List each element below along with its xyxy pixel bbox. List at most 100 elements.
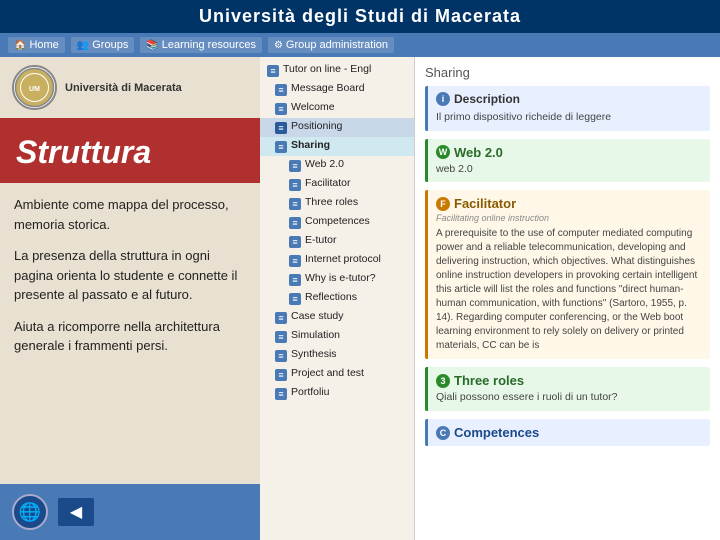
svg-text:≡: ≡ bbox=[278, 370, 283, 380]
tree-item-facilitator[interactable]: ≡ Facilitator bbox=[260, 175, 414, 194]
tree-bullet-icon: ≡ bbox=[274, 121, 288, 135]
university-logo: UM bbox=[12, 65, 57, 110]
tree-bullet-icon: ≡ bbox=[274, 311, 288, 325]
tree-bullet-icon: ≡ bbox=[274, 83, 288, 97]
web20-section: W Web 2.0 web 2.0 bbox=[425, 139, 710, 183]
left-text-area: Ambiente come mappa del processo, memori… bbox=[0, 183, 260, 484]
svg-text:≡: ≡ bbox=[278, 123, 283, 133]
nav-groups[interactable]: 👥 Groups bbox=[71, 37, 135, 53]
tree-bullet-icon: ≡ bbox=[274, 140, 288, 154]
tree-item-tutor-online[interactable]: ≡ Tutor on line - Engl bbox=[260, 61, 414, 80]
competences-section: C Competences bbox=[425, 419, 710, 446]
left-panel: UM Università di Macerata Struttura Ambi… bbox=[0, 57, 260, 540]
tree-item-competences[interactable]: ≡ Competences bbox=[260, 213, 414, 232]
svg-text:≡: ≡ bbox=[292, 199, 297, 209]
tree-item-sharing[interactable]: ≡ Sharing bbox=[260, 137, 414, 156]
tree-bullet-icon: ≡ bbox=[288, 235, 302, 249]
right-panel: ≡ Tutor on line - Engl ≡ Message Board ≡… bbox=[260, 57, 720, 540]
tree-bullet-icon: ≡ bbox=[274, 368, 288, 382]
web20-icon: W bbox=[436, 145, 450, 159]
tree-item-simulation[interactable]: ≡ Simulation bbox=[260, 327, 414, 346]
svg-text:≡: ≡ bbox=[292, 237, 297, 247]
web20-subtitle: web 2.0 bbox=[436, 162, 702, 177]
nav-learning-resources[interactable]: 📚 Learning resources bbox=[140, 37, 262, 53]
description-section: i Description Il primo dispositivo riche… bbox=[425, 86, 710, 131]
tree-bullet-icon: ≡ bbox=[274, 330, 288, 344]
tree-bullet-icon: ≡ bbox=[288, 159, 302, 173]
tree-item-welcome[interactable]: ≡ Welcome bbox=[260, 99, 414, 118]
home-icon: 🏠 bbox=[14, 40, 26, 51]
tree-item-etutor[interactable]: ≡ E-tutor bbox=[260, 232, 414, 251]
svg-text:≡: ≡ bbox=[278, 389, 283, 399]
svg-text:≡: ≡ bbox=[292, 161, 297, 171]
tree-bullet-icon: ≡ bbox=[288, 292, 302, 306]
left-paragraph-3: Aiuta a ricomporre nella architettura ge… bbox=[14, 317, 246, 356]
svg-text:UM: UM bbox=[29, 86, 40, 93]
competences-header: C Competences bbox=[436, 425, 702, 440]
tree-item-message-board[interactable]: ≡ Message Board bbox=[260, 80, 414, 99]
svg-text:≡: ≡ bbox=[278, 332, 283, 342]
three-roles-header: 3 Three roles bbox=[436, 373, 702, 388]
page-header: Università degli Studi di Macerata bbox=[0, 0, 720, 33]
groups-icon: 👥 bbox=[77, 40, 89, 51]
tree-item-project-test[interactable]: ≡ Project and test bbox=[260, 365, 414, 384]
tree-nav: ≡ Tutor on line - Engl ≡ Message Board ≡… bbox=[260, 57, 415, 540]
tree-item-why-etutor[interactable]: ≡ Why is e-tutor? bbox=[260, 270, 414, 289]
content-pane: Sharing i Description Il primo dispositi… bbox=[415, 57, 720, 540]
globe-icon: 🌐 bbox=[12, 494, 48, 530]
facilitator-text: A prerequisite to the use of computer me… bbox=[436, 227, 702, 353]
left-bottom-bar: 🌐 ◀ bbox=[0, 484, 260, 540]
facilitating-subtitle: Facilitating online instruction bbox=[436, 213, 702, 223]
svg-text:≡: ≡ bbox=[292, 256, 297, 266]
left-paragraph-2: La presenza della struttura in ogni pagi… bbox=[14, 246, 246, 305]
sharing-page-title: Sharing bbox=[425, 65, 710, 80]
tree-bullet-icon: ≡ bbox=[288, 254, 302, 268]
svg-text:≡: ≡ bbox=[292, 275, 297, 285]
admin-icon: ⚙ bbox=[274, 40, 283, 51]
tree-bullet-icon: ≡ bbox=[274, 102, 288, 116]
tree-bullet-icon: ≡ bbox=[266, 64, 280, 78]
facilitator-icon: F bbox=[436, 197, 450, 211]
tree-item-web20[interactable]: ≡ Web 2.0 bbox=[260, 156, 414, 175]
description-text: Il primo dispositivo richeide di leggere bbox=[436, 110, 702, 125]
tree-bullet-icon: ≡ bbox=[288, 197, 302, 211]
svg-text:≡: ≡ bbox=[278, 104, 283, 114]
svg-text:≡: ≡ bbox=[292, 218, 297, 228]
competences-icon: C bbox=[436, 426, 450, 440]
university-name: Università di Macerata bbox=[65, 82, 182, 94]
svg-text:≡: ≡ bbox=[270, 66, 275, 76]
web20-header: W Web 2.0 bbox=[436, 145, 702, 160]
tree-item-positioning[interactable]: ≡ Positioning bbox=[260, 118, 414, 137]
svg-text:≡: ≡ bbox=[278, 351, 283, 361]
struttura-banner: Struttura bbox=[0, 118, 260, 183]
svg-text:≡: ≡ bbox=[278, 85, 283, 95]
main-area: UM Università di Macerata Struttura Ambi… bbox=[0, 57, 720, 540]
three-roles-section: 3 Three roles Qiali possono essere i ruo… bbox=[425, 367, 710, 411]
description-header: i Description bbox=[436, 92, 702, 106]
tree-item-internet-protocol[interactable]: ≡ Internet protocol bbox=[260, 251, 414, 270]
tree-bullet-icon: ≡ bbox=[274, 387, 288, 401]
left-paragraph-1: Ambiente come mappa del processo, memori… bbox=[14, 195, 246, 234]
tree-item-three-roles[interactable]: ≡ Three roles bbox=[260, 194, 414, 213]
svg-text:≡: ≡ bbox=[278, 142, 283, 152]
facilitator-header: F Facilitator bbox=[436, 196, 702, 211]
info-icon: i bbox=[436, 92, 450, 106]
facilitator-section: F Facilitator Facilitating online instru… bbox=[425, 190, 710, 359]
tree-item-case-study[interactable]: ≡ Case study bbox=[260, 308, 414, 327]
tree-item-reflections[interactable]: ≡ Reflections bbox=[260, 289, 414, 308]
three-roles-text: Qiali possono essere i ruoli di un tutor… bbox=[436, 390, 702, 405]
nav-home[interactable]: 🏠 Home bbox=[8, 37, 65, 53]
tree-item-portfoliu[interactable]: ≡ Portfoliu bbox=[260, 384, 414, 403]
three-roles-icon: 3 bbox=[436, 374, 450, 388]
svg-text:≡: ≡ bbox=[278, 313, 283, 323]
tree-bullet-icon: ≡ bbox=[274, 349, 288, 363]
tree-bullet-icon: ≡ bbox=[288, 178, 302, 192]
svg-text:≡: ≡ bbox=[292, 180, 297, 190]
tree-bullet-icon: ≡ bbox=[288, 273, 302, 287]
nav-group-admin[interactable]: ⚙ Group administration bbox=[268, 37, 394, 53]
svg-text:≡: ≡ bbox=[292, 294, 297, 304]
tree-item-synthesis[interactable]: ≡ Synthesis bbox=[260, 346, 414, 365]
book-icon: 📚 bbox=[146, 40, 158, 51]
header-title: Università degli Studi di Macerata bbox=[199, 6, 521, 26]
back-arrow-button[interactable]: ◀ bbox=[58, 498, 94, 526]
